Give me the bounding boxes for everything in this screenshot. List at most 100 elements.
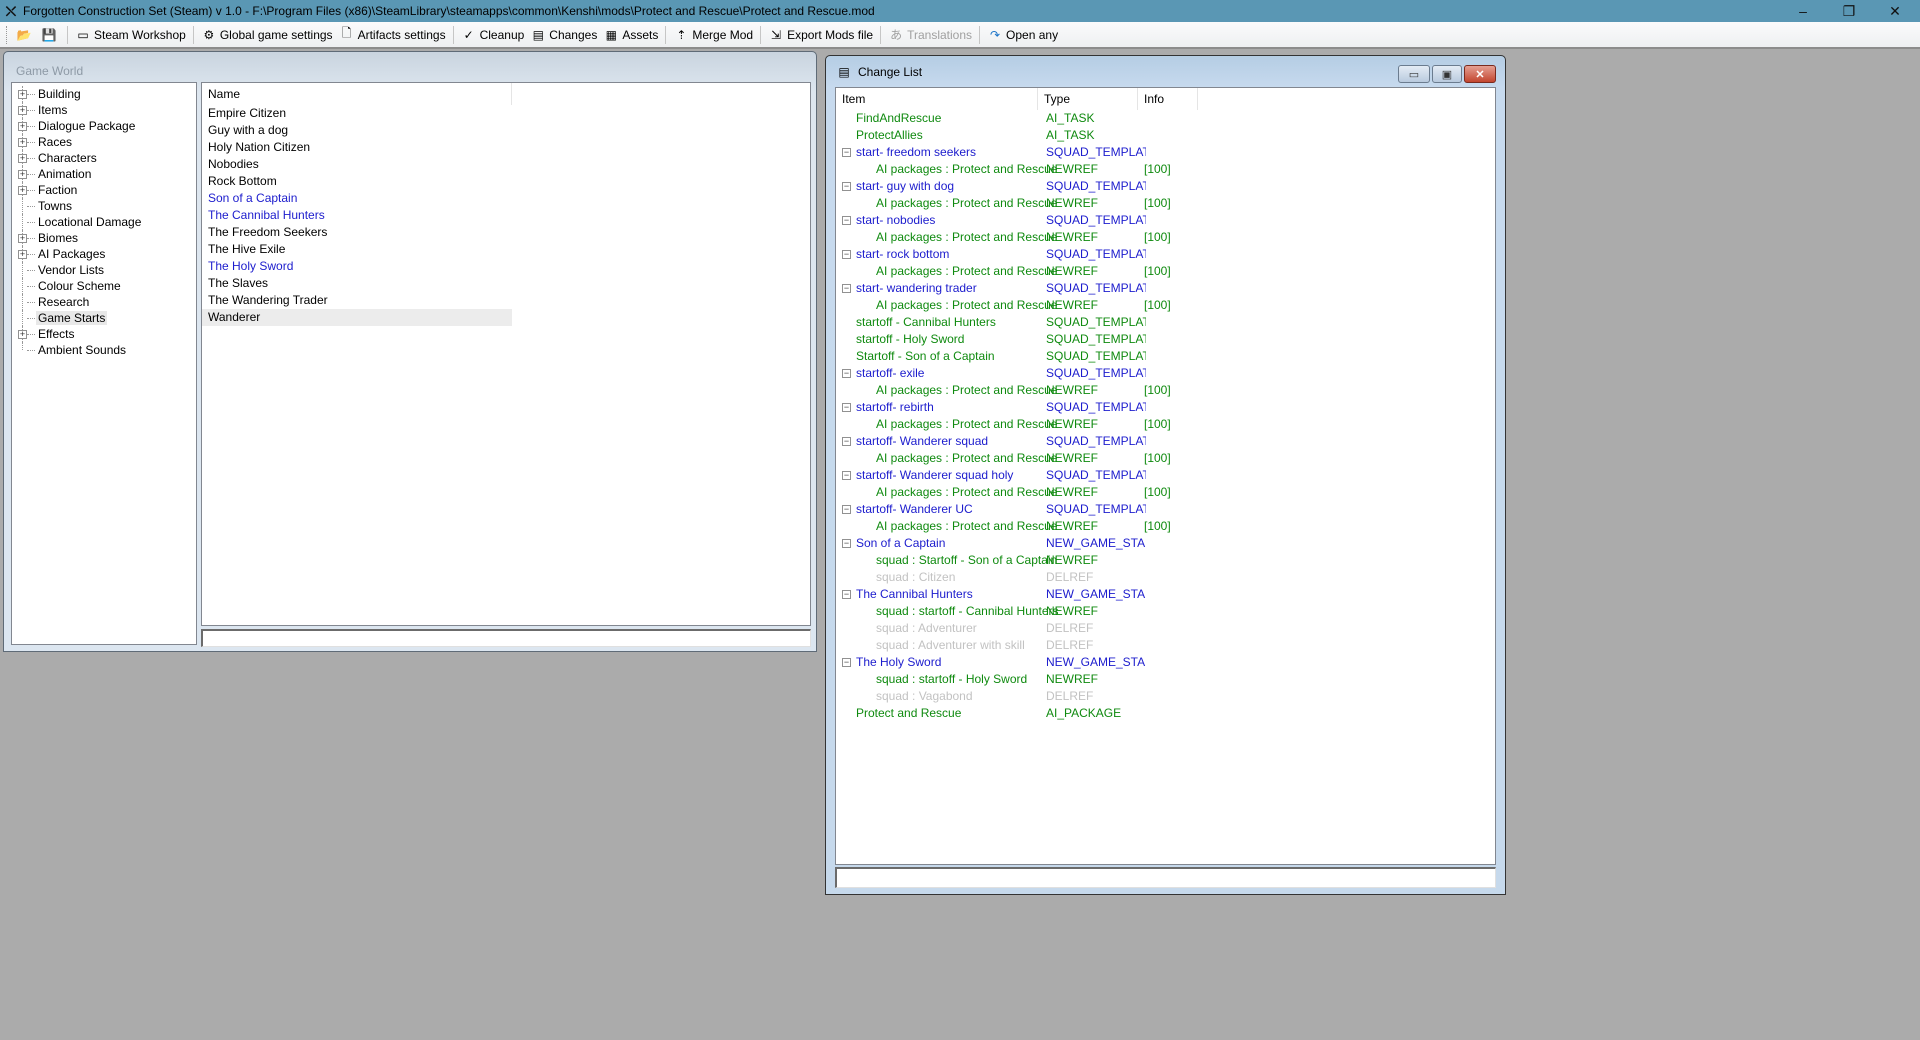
tree-node-faction[interactable]: + Faction xyxy=(12,182,196,198)
column-header-type[interactable]: Type xyxy=(1038,88,1138,110)
change-list-row[interactable]: squad : Adventurer with skill DELREF xyxy=(838,637,1495,654)
tree-node-ambient-sounds[interactable]: Ambient Sounds xyxy=(12,342,196,358)
toolbar-button-export-mods-file[interactable]: ⇲ Export Mods file xyxy=(765,24,876,46)
list-item[interactable]: The Slaves xyxy=(202,275,512,292)
collapse-icon[interactable]: − xyxy=(842,505,851,514)
change-list-row[interactable]: AI packages : Protect and Rescue NEWREF [1… xyxy=(838,263,1495,280)
toolbar-button-merge-mod[interactable]: ⇡ Merge Mod xyxy=(670,24,756,46)
restore-button[interactable]: ❐ xyxy=(1826,0,1872,22)
change-list-row[interactable]: −Son of a Captain NEW_GAME_START xyxy=(838,535,1495,552)
change-list-row[interactable]: AI packages : Protect and Rescue NEWREF [1… xyxy=(838,518,1495,535)
expand-icon[interactable]: + xyxy=(18,186,27,195)
collapse-icon[interactable]: − xyxy=(842,403,851,412)
change-list-row[interactable]: AI packages : Protect and Rescue NEWREF [1… xyxy=(838,195,1495,212)
change-list-row[interactable]: Startoff - Son of a Captain SQUAD_TEMPLAT… xyxy=(838,348,1495,365)
collapse-icon[interactable]: − xyxy=(842,216,851,225)
toolbar-button-assets[interactable]: ▦ Assets xyxy=(600,24,661,46)
collapse-icon[interactable]: − xyxy=(842,284,851,293)
list-item[interactable]: The Freedom Seekers xyxy=(202,224,512,241)
tree-node-locational-damage[interactable]: Locational Damage xyxy=(12,214,196,230)
change-list-row[interactable]: squad : startoff - Holy Sword NEWREF xyxy=(838,671,1495,688)
list-item[interactable]: Holy Nation Citizen xyxy=(202,139,512,156)
tree-node-characters[interactable]: + Characters xyxy=(12,150,196,166)
tree-node-game-starts[interactable]: Game Starts xyxy=(12,310,196,326)
expand-icon[interactable]: + xyxy=(18,90,27,99)
change-list-row[interactable]: − startoff- Wanderer squad holy SQUAD_TEMP… xyxy=(838,467,1495,484)
change-list-minimize-button[interactable]: ▭ xyxy=(1398,65,1430,83)
change-list-maximize-button[interactable]: ▣ xyxy=(1432,65,1462,83)
collapse-icon[interactable]: − xyxy=(842,369,851,378)
expand-icon[interactable]: + xyxy=(18,170,27,179)
tree-node-effects[interactable]: + Effects xyxy=(12,326,196,342)
change-list-row[interactable]: AI packages : Protect and Rescue NEWREF [1… xyxy=(838,297,1495,314)
toolbar-grip[interactable] xyxy=(6,25,9,44)
column-header-name[interactable]: Name xyxy=(202,83,512,105)
change-list-row[interactable]: −start- guy with dog SQUAD_TEMPLATE xyxy=(838,178,1495,195)
tree-node-ai-packages[interactable]: + AI Packages xyxy=(12,246,196,262)
change-list-row[interactable]: −startoff- Wanderer UC SQUAD_TEMPLATE xyxy=(838,501,1495,518)
change-list-view[interactable]: Item Type Info FindAndRescue AI_TASK Prote… xyxy=(835,87,1496,865)
change-list-row[interactable]: squad : Citizen DELREF xyxy=(838,569,1495,586)
change-list-row[interactable]: startoff - Holy Sword SQUAD_TEMPLATE xyxy=(838,331,1495,348)
tree-node-animation[interactable]: + Animation xyxy=(12,166,196,182)
toolbar-button-open[interactable]: 📂 xyxy=(13,24,38,46)
category-tree[interactable]: + Building + Items + Dialogue Package + Races + C… xyxy=(11,82,197,645)
change-list-row[interactable]: AI packages : Protect and Rescue NEWREF [1… xyxy=(838,382,1495,399)
expand-icon[interactable]: + xyxy=(18,122,27,131)
toolbar-button-changes[interactable]: ▤ Changes xyxy=(527,24,600,46)
change-list-row[interactable]: startoff - Cannibal Hunters SQUAD_TEMPLAT… xyxy=(838,314,1495,331)
collapse-icon[interactable]: − xyxy=(842,250,851,259)
change-list-row[interactable]: FindAndRescue AI_TASK xyxy=(838,110,1495,127)
change-list-row[interactable]: AI packages : Protect and Rescue NEWREF [1… xyxy=(838,484,1495,501)
tree-node-colour-scheme[interactable]: Colour Scheme xyxy=(12,278,196,294)
item-list[interactable]: Name Empire Citizen Guy with a dog Holy Na… xyxy=(201,82,811,626)
toolbar-button-open-any[interactable]: ↷ Open any xyxy=(984,24,1061,46)
collapse-icon[interactable]: − xyxy=(842,437,851,446)
list-item[interactable]: The Cannibal Hunters xyxy=(202,207,512,224)
change-list-close-button[interactable]: ✕ xyxy=(1464,65,1496,83)
column-header-item[interactable]: Item xyxy=(836,88,1038,110)
list-item[interactable]: Rock Bottom xyxy=(202,173,512,190)
change-list-row[interactable]: squad : startoff - Cannibal Hunters NEWRE… xyxy=(838,603,1495,620)
list-item[interactable]: The Holy Sword xyxy=(202,258,512,275)
change-list-row[interactable]: squad : Startoff - Son of a Captain NEWRE… xyxy=(838,552,1495,569)
list-item[interactable]: The Wandering Trader xyxy=(202,292,512,309)
change-list-row[interactable]: AI packages : Protect and Rescue NEWREF [1… xyxy=(838,416,1495,433)
tree-node-vendor-lists[interactable]: Vendor Lists xyxy=(12,262,196,278)
change-list-row[interactable]: AI packages : Protect and Rescue NEWREF [1… xyxy=(838,161,1495,178)
expand-icon[interactable]: + xyxy=(18,234,27,243)
collapse-icon[interactable]: − xyxy=(842,658,851,667)
change-list-row[interactable]: −startoff- Wanderer squad SQUAD_TEMPLATE xyxy=(838,433,1495,450)
change-list-row[interactable]: −start- rock bottom SQUAD_TEMPLATE xyxy=(838,246,1495,263)
expand-icon[interactable]: + xyxy=(18,330,27,339)
change-list-row[interactable]: −startoff- rebirth SQUAD_TEMPLATE xyxy=(838,399,1495,416)
toolbar-button-steam-workshop[interactable]: ▭ Steam Workshop xyxy=(72,24,189,46)
list-item[interactable]: Empire Citizen xyxy=(202,105,512,122)
expand-icon[interactable]: + xyxy=(18,138,27,147)
change-list-row[interactable]: squad : Adventurer DELREF xyxy=(838,620,1495,637)
change-list-row[interactable]: −start- wandering trader SQUAD_TEMPLATE xyxy=(838,280,1495,297)
change-list-row[interactable]: Protect and Rescue AI_PACKAGE xyxy=(838,705,1495,722)
collapse-icon[interactable]: − xyxy=(842,590,851,599)
toolbar-button-cleanup[interactable]: ✓ Cleanup xyxy=(458,24,528,46)
list-item[interactable]: Guy with a dog xyxy=(202,122,512,139)
collapse-icon[interactable]: − xyxy=(842,539,851,548)
toolbar-button-global-game-settings[interactable]: ⚙ Global game settings xyxy=(198,24,336,46)
tree-node-research[interactable]: Research xyxy=(12,294,196,310)
change-list-row[interactable]: −start- freedom seekers SQUAD_TEMPLATE xyxy=(838,144,1495,161)
toolbar-button-artifacts-settings[interactable]: 🗋 Artifacts settings xyxy=(336,24,449,46)
change-list-row[interactable]: AI packages : Protect and Rescue NEWREF [1… xyxy=(838,229,1495,246)
list-item[interactable]: The Hive Exile xyxy=(202,241,512,258)
list-item[interactable]: Nobodies xyxy=(202,156,512,173)
change-list-filter-input[interactable] xyxy=(835,867,1496,888)
collapse-icon[interactable]: − xyxy=(842,148,851,157)
minimize-button[interactable]: – xyxy=(1780,0,1826,22)
tree-node-building[interactable]: + Building xyxy=(12,86,196,102)
collapse-icon[interactable]: − xyxy=(842,471,851,480)
toolbar-button-save[interactable]: 💾 xyxy=(38,24,63,46)
change-list-row[interactable]: −start- nobodies SQUAD_TEMPLATE xyxy=(838,212,1495,229)
expand-icon[interactable]: + xyxy=(18,250,27,259)
list-item[interactable]: Wanderer xyxy=(202,309,512,326)
change-list-row[interactable]: squad : Vagabond DELREF xyxy=(838,688,1495,705)
tree-node-items[interactable]: + Items xyxy=(12,102,196,118)
